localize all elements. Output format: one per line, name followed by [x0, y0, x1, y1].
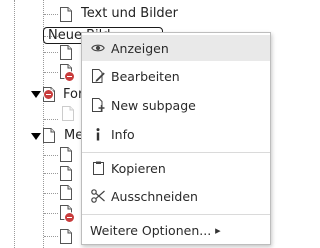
collapse-toggle-icon[interactable] — [31, 133, 41, 140]
menu-item-label: Info — [111, 126, 135, 142]
menu-item-label: Weitere Optionen... — [90, 222, 212, 238]
context-menu: Anzeigen Bearbeiten New subpage Info Kop… — [81, 32, 271, 245]
page-icon[interactable] — [60, 45, 72, 60]
menu-item-bearbeiten[interactable]: Bearbeiten — [82, 63, 270, 89]
tree-guide-line — [43, 100, 44, 248]
menu-item-info[interactable]: Info — [82, 121, 270, 147]
menu-item-ausschneiden[interactable]: Ausschneiden — [82, 183, 270, 209]
tree-branch — [44, 193, 58, 194]
eye-icon — [91, 41, 105, 55]
menu-item-label: Ausschneiden — [111, 188, 198, 204]
page-icon[interactable] — [60, 7, 72, 22]
menu-item-new-subpage[interactable]: New subpage — [82, 92, 270, 118]
tree-branch — [44, 72, 58, 73]
page-icon[interactable] — [60, 229, 72, 244]
edit-page-icon — [91, 69, 105, 83]
hidden-page-badge-icon — [64, 212, 75, 223]
menu-item-weitere-optionen[interactable]: Weitere Optionen... ▸ — [82, 217, 270, 243]
scissors-icon — [91, 189, 105, 203]
hidden-page-badge-icon — [64, 71, 75, 82]
menu-item-kopieren[interactable]: Kopieren — [82, 155, 270, 181]
page-icon[interactable] — [60, 64, 75, 82]
tree-guide-line — [14, 0, 15, 248]
page-icon[interactable] — [60, 185, 72, 200]
submenu-arrow-icon: ▸ — [215, 223, 221, 237]
new-page-icon — [91, 98, 105, 112]
tree-node-label[interactable]: Text und Bilder — [81, 6, 178, 21]
info-icon — [91, 127, 105, 141]
hidden-page-badge-icon — [43, 89, 54, 100]
menu-item-label: Anzeigen — [111, 40, 169, 56]
menu-item-label: Kopieren — [111, 160, 166, 176]
page-icon[interactable] — [60, 147, 72, 162]
tree-branch — [44, 119, 58, 120]
copy-icon — [91, 161, 105, 175]
menu-item-anzeigen[interactable]: Anzeigen — [82, 35, 270, 61]
page-icon[interactable] — [43, 87, 55, 102]
tree-branch — [44, 173, 58, 174]
tree-branch — [44, 52, 58, 53]
menu-separator — [82, 214, 270, 215]
page-icon[interactable] — [43, 128, 55, 143]
tree-branch — [44, 155, 58, 156]
menu-separator — [82, 152, 270, 153]
page-icon[interactable] — [60, 166, 72, 181]
tree-branch — [44, 14, 58, 15]
page-icon[interactable] — [62, 106, 74, 121]
page-icon[interactable] — [60, 205, 75, 223]
tree-branch — [44, 236, 58, 237]
collapse-toggle-icon[interactable] — [31, 91, 41, 98]
menu-item-label: New subpage — [111, 97, 196, 113]
menu-item-label: Bearbeiten — [111, 68, 180, 84]
tree-branch — [44, 213, 58, 214]
